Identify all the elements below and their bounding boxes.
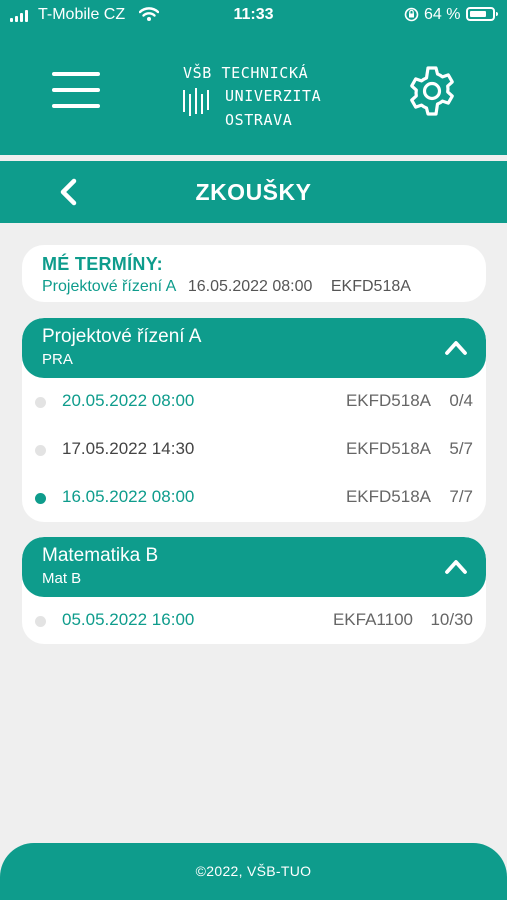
footer: ©2022, VŠB-TUO bbox=[0, 843, 507, 900]
my-term-subject: Projektové řízení A bbox=[42, 278, 176, 295]
subject-header[interactable]: Projektové řízení A PRA bbox=[22, 318, 486, 378]
my-term-code: EKFD518A bbox=[330, 278, 411, 295]
term-row[interactable]: 17.05.2022 14:30 EKFD518A 5/7 bbox=[22, 426, 486, 474]
my-terms-card[interactable]: MÉ TERMÍNY: Projektové řízení A 16.05.20… bbox=[22, 245, 486, 302]
term-code: EKFA1100 bbox=[332, 610, 413, 629]
status-bar: T-Mobile CZ 11:33 64 % bbox=[0, 0, 507, 32]
subject-name: Matematika B bbox=[42, 545, 159, 566]
my-terms-row: Projektové řízení A 16.05.2022 08:00 EKF… bbox=[42, 278, 411, 296]
page-title: ZKOUŠKY bbox=[195, 179, 312, 205]
term-datetime: 20.05.2022 08:00 bbox=[62, 391, 195, 410]
term-status-dot bbox=[35, 616, 46, 627]
vsb-logo: VŠB TECHNICKÁ UNIVERZITA OSTRAVA bbox=[183, 62, 321, 129]
term-datetime: 05.05.2022 16:00 bbox=[62, 610, 195, 629]
term-row[interactable]: 20.05.2022 08:00 EKFD518A 0/4 bbox=[22, 378, 486, 426]
subject-header[interactable]: Matematika B Mat B bbox=[22, 537, 486, 597]
subject-group-matematika: Matematika B Mat B 05.05.2022 16:00 EKFA… bbox=[22, 537, 486, 644]
subject-group-projektove-rizeni: Projektové řízení A PRA 20.05.2022 08:00… bbox=[22, 318, 486, 522]
term-status-dot-registered bbox=[35, 493, 46, 504]
app-header: T-Mobile CZ 11:33 64 % VŠB TECHNICKÁ UNI… bbox=[0, 0, 507, 155]
term-code: EKFD518A bbox=[345, 391, 431, 410]
term-code: EKFD518A bbox=[345, 439, 431, 458]
term-capacity: 10/30 bbox=[430, 610, 473, 629]
term-capacity: 0/4 bbox=[449, 391, 473, 410]
rotation-lock-icon bbox=[404, 7, 419, 22]
battery-icon bbox=[466, 7, 498, 21]
chevron-up-icon[interactable] bbox=[444, 338, 468, 356]
chevron-up-icon[interactable] bbox=[444, 557, 468, 575]
logo-line-2: UNIVERZITA bbox=[225, 87, 322, 105]
gear-icon[interactable] bbox=[406, 65, 458, 117]
copyright-text: ©2022, VŠB-TUO bbox=[195, 863, 312, 879]
my-terms-heading: MÉ TERMÍNY: bbox=[42, 254, 163, 274]
term-capacity: 5/7 bbox=[449, 439, 473, 458]
nav-bar: ZKOUŠKY bbox=[0, 161, 507, 223]
logo-line-1: VŠB TECHNICKÁ bbox=[183, 64, 309, 82]
term-row[interactable]: 05.05.2022 16:00 EKFA1100 10/30 bbox=[22, 597, 486, 644]
battery-percent: 64 % bbox=[424, 6, 461, 23]
term-datetime: 16.05.2022 08:00 bbox=[62, 487, 195, 506]
subject-abbr: Mat B bbox=[42, 570, 82, 587]
logo-bars-icon bbox=[183, 88, 209, 116]
menu-button[interactable] bbox=[52, 70, 102, 110]
my-term-datetime: 16.05.2022 08:00 bbox=[187, 278, 313, 295]
logo-line-3: OSTRAVA bbox=[225, 111, 293, 129]
term-code: EKFD518A bbox=[345, 487, 431, 506]
subject-name: Projektové řízení A bbox=[42, 326, 202, 347]
term-status-dot bbox=[35, 445, 46, 456]
term-datetime: 17.05.2022 14:30 bbox=[62, 439, 195, 458]
term-status-dot bbox=[35, 397, 46, 408]
term-row[interactable]: 16.05.2022 08:00 EKFD518A 7/7 bbox=[22, 474, 486, 522]
term-capacity: 7/7 bbox=[449, 487, 473, 506]
subject-abbr: PRA bbox=[42, 351, 73, 368]
